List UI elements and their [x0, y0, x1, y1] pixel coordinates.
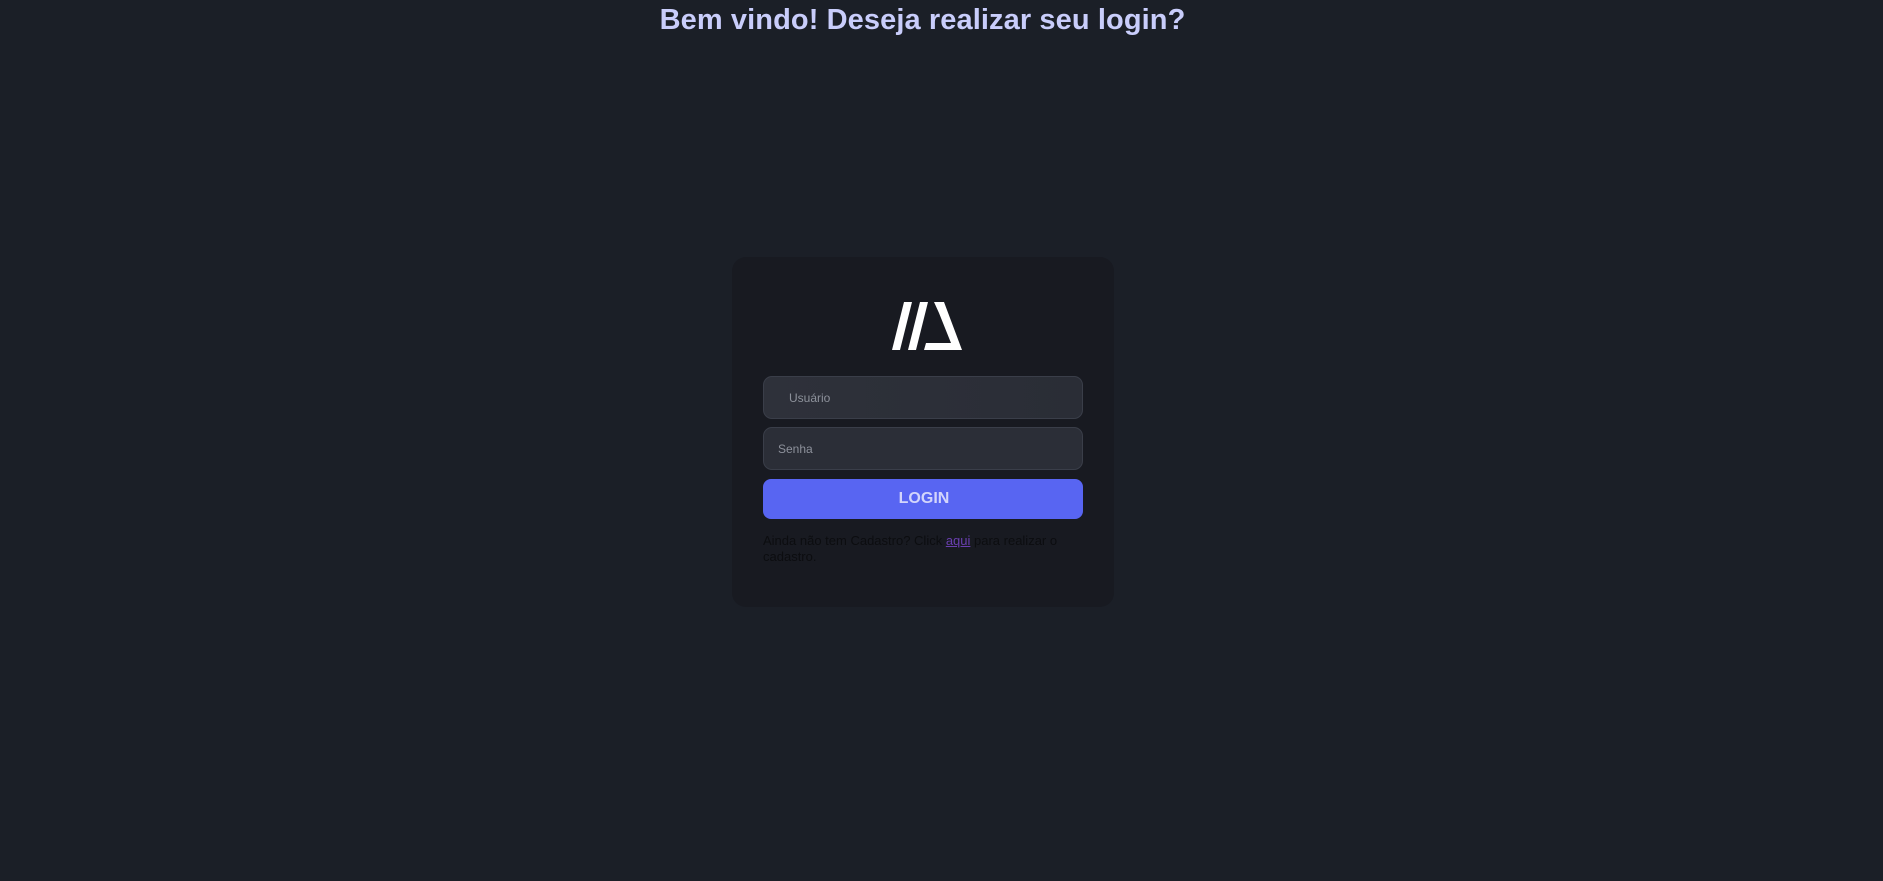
login-button[interactable]: LOGIN [763, 479, 1083, 519]
signup-prompt: Ainda não tem Cadastro? Click aqui para … [763, 533, 1087, 565]
page-title: Bem vindo! Deseja realizar seu login? [659, 4, 1186, 36]
signup-link[interactable]: aqui [946, 533, 971, 548]
signup-text-before: Ainda não tem Cadastro? Click [763, 533, 946, 548]
brand-logo-icon [892, 302, 962, 350]
username-input[interactable] [763, 376, 1083, 419]
password-input[interactable] [763, 427, 1083, 470]
login-card: LOGIN Ainda não tem Cadastro? Click aqui… [732, 257, 1114, 607]
